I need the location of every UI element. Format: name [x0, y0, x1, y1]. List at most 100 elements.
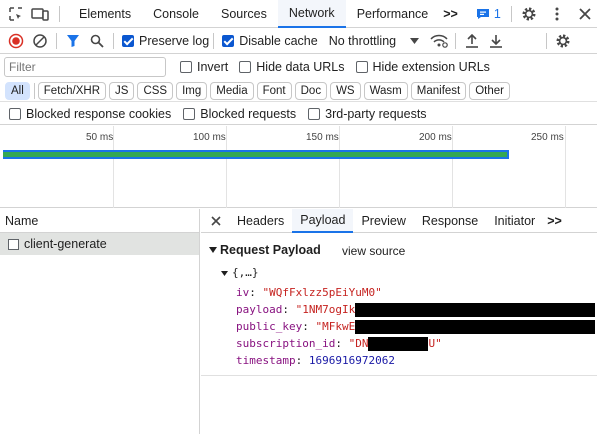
third-party-label: 3rd-party requests: [325, 106, 427, 121]
payload-prop-subscription-id: subscription_id: "DN U": [236, 337, 442, 351]
disable-cache-checkbox[interactable]: Disable cache: [222, 34, 318, 48]
object-summary: {,…}: [232, 266, 259, 279]
throttling-select[interactable]: No throttling: [328, 33, 420, 48]
settings-gear-icon[interactable]: [518, 3, 540, 25]
more-detail-tabs-button[interactable]: >>: [543, 209, 566, 233]
device-toolbar-icon[interactable]: [29, 3, 51, 25]
tabbar-divider-2: [510, 5, 512, 22]
type-filter-css[interactable]: CSS: [137, 81, 174, 100]
network-overview-timeline[interactable]: 50 ms 100 ms 150 ms 200 ms 250 ms: [0, 126, 597, 208]
throttling-value: No throttling: [328, 33, 397, 48]
timeline-gridline: [226, 126, 227, 208]
filter-input[interactable]: Filter: [4, 57, 166, 77]
request-row[interactable]: client-generate: [0, 233, 199, 255]
export-har-download-icon[interactable]: [484, 29, 508, 53]
blocked-requests-label: Blocked requests: [200, 106, 297, 121]
tab-sources[interactable]: Sources: [210, 0, 278, 28]
blocked-filters-row: Blocked response cookies Blocked request…: [0, 103, 597, 125]
type-filter-js[interactable]: JS: [109, 81, 135, 100]
hide-extension-urls-checkbox[interactable]: Hide extension URLs: [355, 60, 490, 74]
disable-cache-label: Disable cache: [239, 33, 318, 48]
prop-key: public_key: [236, 320, 303, 333]
devtools-tabbar: Elements Console Sources Network Perform…: [0, 0, 597, 28]
type-filter-ws[interactable]: WS: [330, 81, 361, 100]
tab-console[interactable]: Console: [142, 0, 210, 28]
prop-value: 1696916972062: [308, 354, 395, 367]
toolbar-divider-2: [113, 32, 114, 49]
type-filter-wasm[interactable]: Wasm: [363, 81, 408, 100]
inspect-element-icon[interactable]: [5, 3, 27, 25]
tab-payload[interactable]: Payload: [292, 208, 354, 233]
issues-icon: [476, 8, 489, 19]
type-filter-img[interactable]: Img: [176, 81, 208, 100]
payload-object-root[interactable]: {,…}: [221, 266, 259, 279]
timeline-gridline: [339, 126, 340, 208]
redaction-block: [368, 337, 429, 351]
third-party-requests-checkbox[interactable]: 3rd-party requests: [308, 106, 427, 121]
preserve-log-checkbox[interactable]: Preserve log: [122, 34, 209, 48]
timeline-tick-label: 100 ms: [193, 132, 226, 143]
invert-checkbox[interactable]: Invert: [180, 60, 228, 74]
prop-value: "MFkwE: [315, 320, 356, 333]
tab-response[interactable]: Response: [414, 209, 486, 233]
view-source-link[interactable]: view source: [342, 244, 405, 258]
document-icon: [8, 238, 19, 250]
type-filter-all[interactable]: All: [5, 81, 30, 100]
search-icon[interactable]: [85, 29, 109, 53]
tab-network[interactable]: Network: [277, 0, 346, 28]
toolbar-divider: [56, 32, 57, 49]
toolbar-divider-3: [213, 32, 215, 49]
hide-data-urls-checkbox[interactable]: Hide data URLs: [239, 60, 345, 74]
blocked-requests-checkbox[interactable]: Blocked requests: [183, 107, 296, 121]
tab-headers[interactable]: Headers: [229, 209, 292, 233]
import-har-upload-icon[interactable]: [460, 29, 484, 53]
blocked-cookies-label: Blocked response cookies: [26, 106, 172, 121]
issues-button[interactable]: 1: [476, 7, 501, 21]
name-column-header[interactable]: Name: [0, 209, 199, 233]
type-filter-other[interactable]: Other: [469, 81, 510, 100]
request-details-pane: Headers Payload Preview Response Initiat…: [201, 208, 597, 434]
clear-icon[interactable]: [28, 29, 52, 53]
hide-extension-urls-label: Hide extension URLs: [372, 60, 490, 74]
hide-extension-urls-check-icon: [355, 61, 368, 73]
more-tabs-button[interactable]: >>: [439, 0, 462, 28]
tab-preview[interactable]: Preview: [353, 209, 413, 233]
record-stop-icon[interactable]: [4, 29, 28, 53]
type-filter-fetch-xhr[interactable]: Fetch/XHR: [37, 81, 107, 100]
network-toolbar: Preserve log Disable cache No throttling: [0, 28, 597, 54]
invert-check-icon: [180, 61, 192, 73]
timeline-tick-label: 200 ms: [419, 132, 452, 143]
timeline-gridline: [565, 126, 566, 208]
request-payload-header[interactable]: Request Payload: [209, 243, 321, 257]
prop-value: "WQfFxlzz5pEiYuM0": [262, 286, 382, 299]
type-filter-manifest[interactable]: Manifest: [410, 81, 467, 100]
close-devtools-icon[interactable]: [574, 3, 596, 25]
tab-elements[interactable]: Elements: [68, 0, 142, 28]
hide-data-urls-label: Hide data URLs: [256, 60, 345, 74]
hide-data-urls-check-icon: [239, 61, 252, 73]
third-party-check-icon: [308, 107, 321, 120]
blocked-response-cookies-checkbox[interactable]: Blocked response cookies: [9, 107, 171, 121]
network-settings-gear-icon[interactable]: [551, 29, 575, 53]
type-filter-media[interactable]: Media: [210, 81, 254, 100]
more-options-icon[interactable]: [546, 3, 568, 25]
tab-performance[interactable]: Performance: [346, 0, 440, 28]
filter-row: Filter Invert Hide data URLs Hide extens…: [0, 54, 597, 80]
network-conditions-icon[interactable]: [427, 29, 451, 53]
prop-value: "1NM7ogIk: [295, 303, 356, 316]
request-list-pane: Name client-generate: [0, 209, 200, 434]
close-details-icon[interactable]: [201, 209, 229, 233]
triangle-expanded-icon: [221, 271, 228, 276]
type-filter-doc[interactable]: Doc: [294, 81, 328, 100]
prop-key: timestamp: [236, 354, 296, 367]
tab-initiator[interactable]: Initiator: [486, 209, 543, 233]
request-name: client-generate: [24, 237, 107, 251]
issues-count: 1: [493, 6, 501, 21]
redaction-block: [355, 320, 596, 334]
filter-funnel-icon[interactable]: [61, 29, 85, 53]
prop-value-end: U": [428, 337, 442, 350]
toolbar-divider-4: [455, 32, 457, 49]
prop-key: iv: [236, 286, 250, 299]
details-tabbar: Headers Payload Preview Response Initiat…: [201, 208, 597, 233]
type-filter-font[interactable]: Font: [256, 81, 292, 100]
